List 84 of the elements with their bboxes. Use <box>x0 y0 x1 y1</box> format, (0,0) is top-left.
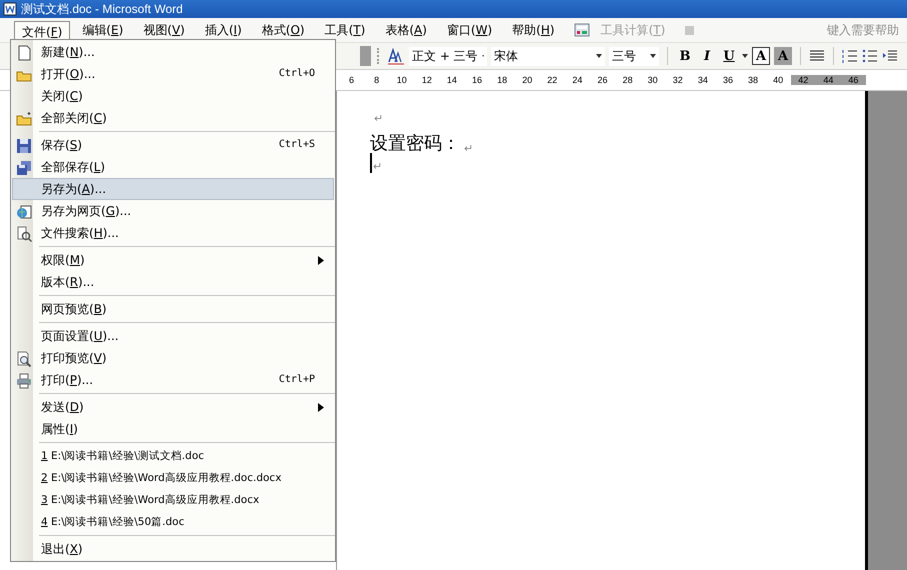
ruler-number: 46 <box>840 75 866 85</box>
ruler-number: 38 <box>747 75 760 85</box>
menu-bar-item[interactable]: 帮助(H) <box>504 18 563 42</box>
recent-file-item[interactable]: 2 E:\阅读书籍\经验\Word高级应用教程.doc.docx <box>12 467 334 489</box>
indent-icon <box>882 49 898 63</box>
ruler-number: 30 <box>646 75 659 85</box>
styles-icon <box>387 47 405 65</box>
document-text: 设置密码： <box>370 132 460 155</box>
ruler-number: 18 <box>496 75 508 85</box>
ruler-number: 16 <box>471 75 484 85</box>
menu-item[interactable]: 打印预览(V) <box>12 347 334 369</box>
menu-item[interactable]: 发送(D) <box>12 396 334 418</box>
word-icon <box>3 2 17 16</box>
character-border-button[interactable]: A <box>752 47 770 65</box>
underline-button[interactable]: U <box>720 47 738 65</box>
menu-item[interactable]: 打印(P)... Ctrl+P <box>12 369 334 391</box>
menu-bar-item[interactable]: 工具(T) <box>316 18 374 42</box>
recent-file-item[interactable]: 4 E:\阅读书籍\经验\50篇.doc <box>12 511 334 533</box>
paragraph-mark: ↵ <box>373 160 382 173</box>
paragraph-mark: ↵ <box>464 142 474 155</box>
toolbar-options-button[interactable] <box>360 46 371 66</box>
ruler-number: 34 <box>696 75 709 85</box>
ruler-number: 40 <box>772 75 784 85</box>
ruler-number: 10 <box>396 75 408 85</box>
floppy-disks-icon <box>16 160 32 176</box>
dropdown-arrow-icon <box>742 54 748 58</box>
ruler-number: 44 <box>816 75 841 85</box>
menu-item[interactable]: 文件搜索(H)... <box>12 222 334 244</box>
menu-item[interactable]: 新建(N)... <box>12 41 334 63</box>
recent-file-item[interactable]: 1 E:\阅读书籍\经验\测试文档.doc <box>12 445 334 467</box>
ruler-number: 8 <box>373 75 380 85</box>
menu-bar-item[interactable]: 格式(O) <box>254 18 313 42</box>
ruler-number: 26 <box>596 75 608 85</box>
dropdown-arrow-icon <box>596 54 602 58</box>
font-size-dropdown[interactable]: 三号 <box>609 46 659 66</box>
style-dropdown[interactable]: 正文 + 三号 <box>409 46 487 66</box>
character-shading-button[interactable]: A <box>774 47 792 65</box>
menu-item[interactable]: 版本(R)... <box>12 271 334 293</box>
menu-item[interactable]: 另存为(A)... <box>12 178 334 200</box>
bulleted-list-icon <box>862 49 878 63</box>
ruler-number: 14 <box>446 75 458 85</box>
menu-bar-item[interactable]: 视图(V) <box>135 18 193 42</box>
menu-item[interactable]: 保存(S) Ctrl+S <box>12 134 334 156</box>
dropdown-arrow-icon <box>482 54 484 58</box>
menu-item[interactable]: 另存为网页(G)... <box>12 200 334 222</box>
menu-bar-item[interactable]: 插入(I) <box>196 18 250 42</box>
ruler-number: 36 <box>722 75 734 85</box>
menu-item[interactable]: 页面设置(U)... <box>12 325 334 347</box>
ruler-number: 32 <box>672 75 684 85</box>
dropdown-arrow-icon <box>650 54 656 58</box>
menu-bar-item[interactable]: 表格(A) <box>377 18 435 42</box>
paragraph-mark: ↵ <box>374 112 384 125</box>
bold-button[interactable]: B <box>676 47 694 65</box>
ruler-number: 28 <box>622 75 634 85</box>
menu-item[interactable]: 网页预览(B) <box>12 298 334 320</box>
web-page-icon <box>16 204 32 220</box>
menu-item[interactable]: 全部保存(L) <box>12 156 334 178</box>
ruler-number: 22 <box>546 75 558 85</box>
menu-item[interactable]: 退出(X) <box>12 538 334 560</box>
numbered-list-icon <box>842 49 858 63</box>
search-icon <box>16 226 32 242</box>
calculator-icon <box>572 22 591 38</box>
menu-item[interactable]: 权限(M) <box>12 249 334 271</box>
ruler-number: 12 <box>420 75 433 85</box>
menu-item[interactable]: 关闭(C) <box>12 85 334 107</box>
menu-item[interactable]: 属性(I) <box>12 418 334 440</box>
menu-bar-item[interactable]: 编辑(E) <box>74 18 132 42</box>
recent-file-item[interactable]: 3 E:\阅读书籍\经验\Word高级应用教程.docx <box>12 489 334 511</box>
menu-item[interactable]: 全部关闭(C) <box>12 107 334 129</box>
window-title: 测试文档.doc - Microsoft Word <box>21 0 183 18</box>
ruler-number: 6 <box>348 75 356 85</box>
printer-icon <box>16 373 32 389</box>
menu-item[interactable]: 打开(O)... Ctrl+O <box>12 63 334 85</box>
menu-bar-item[interactable]: 窗口(W) <box>438 18 500 42</box>
ruler-number: 24 <box>571 75 584 85</box>
ruler-number: 20 <box>521 75 534 85</box>
italic-button[interactable]: I <box>698 47 716 65</box>
help-search-field[interactable]: 键入需要帮助 <box>827 23 907 37</box>
ruler-number: 42 <box>790 75 816 85</box>
magnifier-icon <box>16 351 32 367</box>
toolbar-square-icon <box>685 26 694 34</box>
font-dropdown[interactable]: 宋体 <box>491 46 605 66</box>
justify-icon <box>809 49 825 63</box>
folder-icon <box>16 111 32 127</box>
